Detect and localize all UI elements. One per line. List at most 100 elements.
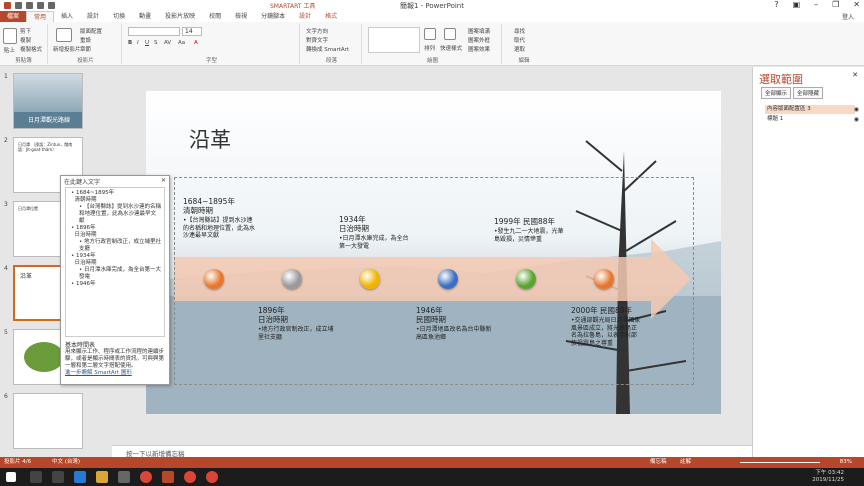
chrome-icon[interactable] xyxy=(184,471,196,483)
shape-effects-button[interactable]: 圖案效果 xyxy=(468,45,490,53)
font-name-box[interactable] xyxy=(128,27,180,36)
list-item[interactable]: 清朝時期 xyxy=(71,197,161,204)
close-icon[interactable]: ✕ xyxy=(852,71,858,79)
text-direction-button[interactable]: 文字方向 xyxy=(306,27,328,35)
group-label: 剪貼簿 xyxy=(15,58,32,64)
system-clock[interactable]: 下午 03:42 2019/11/25 xyxy=(812,470,844,484)
notes-toggle[interactable]: 備忘稿 xyxy=(650,457,667,468)
tab-view[interactable]: 檢視 xyxy=(228,11,254,22)
language-indicator[interactable]: 中文 (台灣) xyxy=(52,457,80,468)
shape-outline-button[interactable]: 圖案外框 xyxy=(468,36,490,44)
list-item[interactable]: 日治時期 xyxy=(71,232,161,239)
hide-all-button[interactable]: 全部隱藏 xyxy=(793,87,824,99)
spacing-icon[interactable]: AV xyxy=(164,40,171,46)
smartart-selection-frame[interactable] xyxy=(174,177,694,385)
list-item[interactable]: • 地方行政官制改正，成立埔里社支廳 xyxy=(79,239,161,253)
list-item[interactable]: 日治時期 xyxy=(71,260,161,267)
tab-storyboard[interactable]: 分鏡腳本 xyxy=(254,11,292,22)
shapes-gallery[interactable] xyxy=(368,27,420,53)
show-all-button[interactable]: 全部顯示 xyxy=(761,87,792,99)
list-item[interactable]: • 1896年 xyxy=(71,225,161,232)
copy-button[interactable]: 複製 xyxy=(20,36,31,44)
section-button[interactable]: 章節 xyxy=(80,45,91,53)
select-button[interactable]: 選取 xyxy=(514,45,525,53)
text-pane-list[interactable]: • 1684~1895年 清朝時期 • 【台灣縣誌】提到水沙連的名稱和地理位置，… xyxy=(65,187,165,337)
task-view-icon[interactable] xyxy=(52,471,64,483)
list-item[interactable]: • 日月潭水庫完成，為全台第一大發電 xyxy=(79,267,161,281)
search-icon[interactable] xyxy=(30,471,42,483)
slide-thumbnail-1[interactable]: 日月潭觀光路線 xyxy=(13,73,83,129)
slide-canvas[interactable]: 沿革 1684~1895年 清朝時期 •【台灣縣誌】提到水沙連的名稱和地理位置，… xyxy=(146,91,721,414)
slide-thumbnail-6[interactable] xyxy=(13,393,83,449)
tab-home[interactable]: 常用 xyxy=(26,11,55,22)
replace-button[interactable]: 取代 xyxy=(514,36,525,44)
powerpoint-icon[interactable] xyxy=(162,471,174,483)
file-explorer-icon[interactable] xyxy=(96,471,108,483)
reset-button[interactable]: 重設 xyxy=(80,36,91,44)
format-painter-button[interactable]: 複製格式 xyxy=(20,45,42,53)
help-icon[interactable]: ? xyxy=(774,0,778,9)
close-icon[interactable]: ✕ xyxy=(161,177,166,184)
eye-icon[interactable]: ◉ xyxy=(854,106,859,113)
comments-toggle[interactable]: 註解 xyxy=(680,457,691,468)
quick-styles-button[interactable]: 快速樣式 xyxy=(440,44,462,52)
quick-styles-icon[interactable] xyxy=(444,28,456,40)
chrome-icon[interactable] xyxy=(140,471,152,483)
tab-animations[interactable]: 動畫 xyxy=(132,11,158,22)
new-slide-button[interactable]: 新增投影片 xyxy=(53,45,81,53)
shape-fill-button[interactable]: 圖案填滿 xyxy=(468,27,490,35)
text-pane-footer: 基本時間表 用來顯示工作、程序或工作流程的連續步驟，或者是顯示時間表的資訊。可與… xyxy=(65,342,165,377)
notes-area[interactable]: 按一下以新增備忘稿 xyxy=(112,445,752,458)
font-size-box[interactable]: 14 xyxy=(182,27,202,36)
align-text-button[interactable]: 對齊文字 xyxy=(306,36,328,44)
underline-icon[interactable]: U xyxy=(145,40,149,46)
tab-transitions[interactable]: 切換 xyxy=(106,11,132,22)
cut-button[interactable]: 剪下 xyxy=(20,27,31,35)
arrange-button[interactable]: 排列 xyxy=(424,44,435,52)
store-icon[interactable] xyxy=(118,471,130,483)
thumb-text: 日月潭位置 xyxy=(18,206,38,211)
close-button[interactable]: ✕ xyxy=(853,0,860,9)
new-slide-icon[interactable] xyxy=(56,28,72,42)
layout-button[interactable]: 版面配置 xyxy=(80,27,102,35)
list-item[interactable]: • 1934年 xyxy=(71,253,161,260)
paste-icon[interactable] xyxy=(3,28,17,44)
minimize-button[interactable]: – xyxy=(814,0,818,9)
tab-smartart-format[interactable]: 格式 xyxy=(318,11,344,22)
bold-icon[interactable]: B xyxy=(128,40,132,46)
group-label: 字型 xyxy=(205,58,217,64)
tab-slideshow[interactable]: 投影片放映 xyxy=(158,11,202,22)
ribbon-display-icon[interactable]: ▣ xyxy=(793,0,801,9)
maximize-button[interactable]: ❐ xyxy=(832,0,839,9)
eye-icon[interactable]: ◉ xyxy=(854,116,859,123)
tab-insert[interactable]: 插入 xyxy=(54,11,80,22)
convert-smartart-button[interactable]: 轉換成 SmartArt xyxy=(306,45,349,53)
tab-design[interactable]: 設計 xyxy=(80,11,106,22)
list-item[interactable]: • 1684~1895年 xyxy=(71,190,161,197)
tab-review[interactable]: 校閱 xyxy=(202,11,228,22)
selection-item[interactable]: 內容版面配置區 3 xyxy=(765,105,855,114)
paste-button[interactable]: 貼上 xyxy=(4,46,15,54)
selection-item[interactable]: 標題 1 xyxy=(765,115,855,124)
font-color-icon[interactable]: A xyxy=(194,40,198,46)
list-item[interactable]: • 1946年 xyxy=(71,281,161,288)
list-item[interactable]: • 【台灣縣誌】提到水沙連的名稱和地理位置，此為水沙連最早文獻 xyxy=(79,204,161,225)
edge-icon[interactable] xyxy=(74,471,86,483)
tab-file[interactable]: 檔案 xyxy=(0,11,27,22)
group-label: 繪圖 xyxy=(426,58,438,64)
windows-start-icon[interactable] xyxy=(6,472,16,482)
learn-more-link[interactable]: 進一步瞭解 SmartArt 圖形 xyxy=(65,370,165,377)
smartart-text-pane[interactable]: 在此鍵入文字 ✕ • 1684~1895年 清朝時期 • 【台灣縣誌】提到水沙連… xyxy=(60,175,170,385)
chrome-icon[interactable] xyxy=(206,471,218,483)
zoom-level[interactable]: 83% xyxy=(840,457,852,468)
status-bar: 投影片 4/6 中文 (台灣) 備忘稿 註解 83% xyxy=(0,457,864,468)
arrange-icon[interactable] xyxy=(424,28,436,40)
find-button[interactable]: 尋找 xyxy=(514,27,525,35)
strikethrough-icon[interactable]: S xyxy=(154,40,158,46)
tab-smartart-design[interactable]: 設計 xyxy=(292,11,318,22)
case-icon[interactable]: Aa xyxy=(178,40,185,46)
sign-in-link[interactable]: 登入 xyxy=(842,12,854,21)
group-label: 投影片 xyxy=(77,58,94,64)
italic-icon[interactable]: I xyxy=(137,40,139,46)
zoom-slider[interactable] xyxy=(740,462,820,463)
